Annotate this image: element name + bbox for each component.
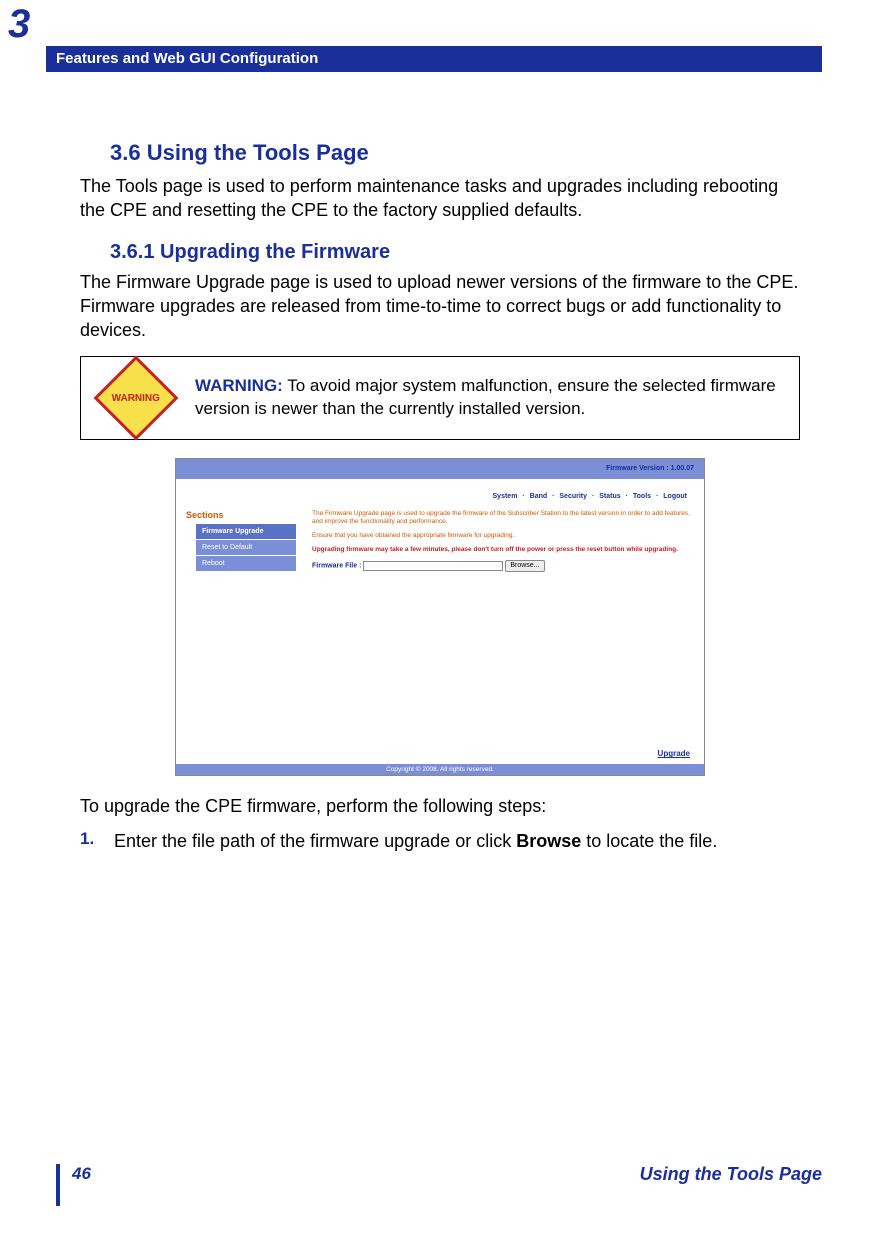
- ss-sidebar-reset[interactable]: Reset to Default: [196, 540, 296, 556]
- warning-box: WARNING WARNING: To avoid major system m…: [80, 356, 800, 440]
- ss-nav-security[interactable]: Security: [559, 493, 587, 500]
- ss-firmware-version: Firmware Version : 1.00.07: [176, 459, 704, 479]
- ss-warning: Upgrading firmware may take a few minute…: [312, 546, 690, 554]
- chapter-number: 3: [8, 2, 30, 47]
- ss-nav-logout[interactable]: Logout: [663, 493, 687, 500]
- warning-icon-label: WARNING: [112, 393, 160, 404]
- ss-sidebar: Sections Firmware Upgrade Reset to Defau…: [176, 504, 306, 764]
- step-text-after: to locate the file.: [581, 831, 717, 851]
- embedded-screenshot: Firmware Version : 1.00.07 System · Band…: [175, 458, 705, 776]
- ss-file-input[interactable]: [363, 561, 503, 571]
- section-intro: The Tools page is used to perform mainte…: [80, 174, 800, 223]
- warning-icon-cell: WARNING: [81, 357, 191, 439]
- section-heading: 3.6 Using the Tools Page: [110, 140, 800, 166]
- ss-nav-tools[interactable]: Tools: [633, 493, 651, 500]
- ss-sidebar-reboot[interactable]: Reboot: [196, 556, 296, 572]
- warning-icon: WARNING: [94, 356, 179, 441]
- ss-desc-2: Ensure that you have obtained the approp…: [312, 532, 690, 540]
- footer-title: Using the Tools Page: [640, 1164, 822, 1185]
- page-content: 3.6 Using the Tools Page The Tools page …: [80, 140, 800, 853]
- subsection-heading: 3.6.1 Upgrading the Firmware: [110, 241, 800, 264]
- warning-label: WARNING:: [195, 376, 283, 395]
- ss-upgrade-link[interactable]: Upgrade: [658, 749, 690, 758]
- step-body: Enter the file path of the firmware upgr…: [114, 829, 717, 853]
- page-footer: 46 Using the Tools Page: [56, 1164, 822, 1206]
- ss-browse-button[interactable]: Browse...: [505, 560, 544, 572]
- ss-nav-band[interactable]: Band: [530, 493, 548, 500]
- ss-desc-1: The Firmware Upgrade page is used to upg…: [312, 510, 690, 526]
- ss-file-label: Firmware File :: [312, 562, 361, 569]
- header-bar: Features and Web GUI Configuration: [46, 46, 822, 72]
- subsection-intro: The Firmware Upgrade page is used to upl…: [80, 270, 800, 343]
- warning-body: To avoid major system malfunction, ensur…: [195, 376, 776, 418]
- ss-nav: System · Band · Security · Status · Tool…: [176, 479, 704, 504]
- step-1: 1. Enter the file path of the firmware u…: [80, 829, 800, 853]
- ss-nav-system[interactable]: System: [493, 493, 518, 500]
- post-screenshot-text: To upgrade the CPE firmware, perform the…: [80, 794, 800, 818]
- ss-sections-label: Sections: [186, 510, 306, 520]
- warning-text: WARNING: To avoid major system malfuncti…: [191, 357, 799, 439]
- step-text-before: Enter the file path of the firmware upgr…: [114, 831, 516, 851]
- ss-file-row: Firmware File : Browse...: [312, 560, 690, 572]
- page-number: 46: [72, 1164, 91, 1184]
- ss-sidebar-firmware-upgrade[interactable]: Firmware Upgrade: [196, 524, 296, 540]
- step-number: 1.: [80, 829, 114, 853]
- ss-main: The Firmware Upgrade page is used to upg…: [306, 504, 704, 764]
- ss-copyright: Copyright © 2008. All rights reserved.: [176, 764, 704, 775]
- ss-nav-status[interactable]: Status: [599, 493, 620, 500]
- step-bold: Browse: [516, 831, 581, 851]
